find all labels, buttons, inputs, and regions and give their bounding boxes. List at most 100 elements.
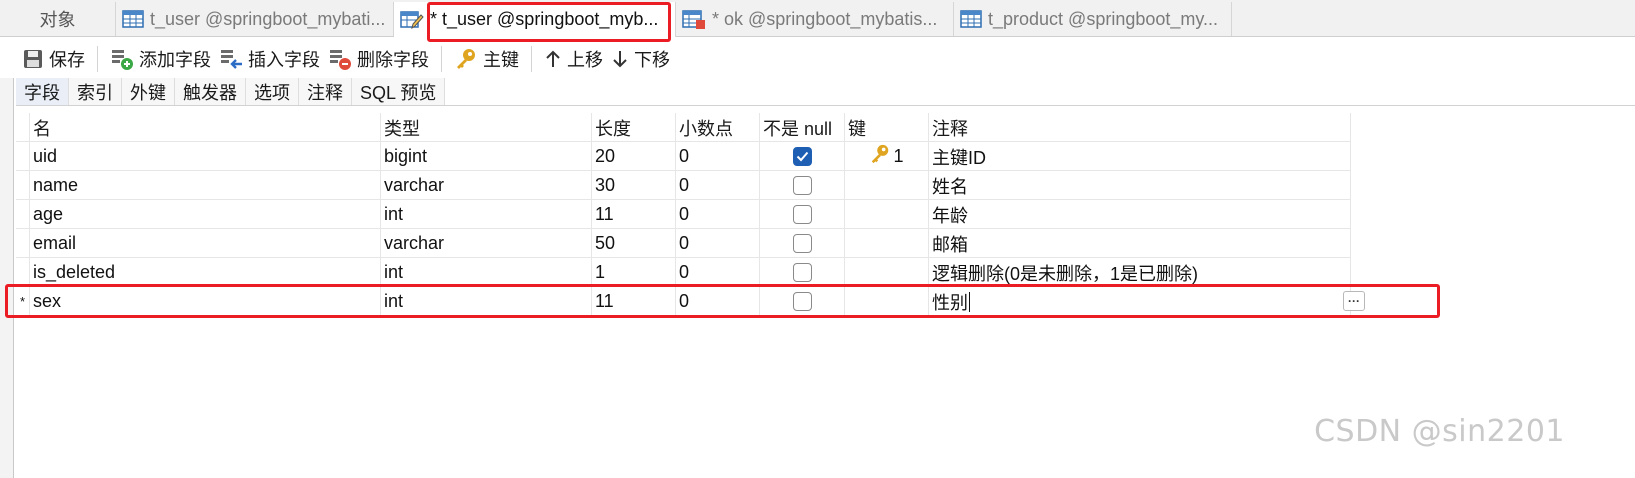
save-button[interactable]: 保存 (18, 44, 89, 74)
field-length-cell[interactable]: 20 (592, 142, 676, 171)
row-marker (16, 258, 30, 287)
arrow-up-icon (544, 49, 562, 69)
primary-key-icon (869, 143, 891, 170)
field-length-cell[interactable]: 50 (592, 229, 676, 258)
field-decimals-cell[interactable]: 0 (676, 171, 760, 200)
subtab-options[interactable]: 选项 (246, 78, 299, 105)
not-null-cell (760, 142, 845, 171)
field-comment-cell[interactable]: 姓名 (929, 171, 1351, 200)
delete-field-button[interactable]: 删除字段 (324, 44, 433, 74)
row-marker (16, 142, 30, 171)
primary-key-button[interactable]: 主键 (450, 44, 523, 74)
comment-ellipsis-button[interactable]: ··· (1343, 291, 1365, 311)
move-down-button[interactable]: 下移 (607, 44, 674, 74)
toolbar-divider (97, 46, 98, 72)
field-name-cell[interactable]: uid (30, 142, 381, 171)
not-null-cell (760, 229, 845, 258)
field-comment-cell[interactable]: 主键ID (929, 142, 1351, 171)
text-caret (969, 291, 970, 312)
column-header-decimals[interactable]: 小数点 (676, 113, 760, 142)
column-header-name[interactable]: 名 (30, 113, 381, 142)
field-comment-cell[interactable]: 邮箱 (929, 229, 1351, 258)
key-cell[interactable] (845, 287, 929, 316)
row-marker (16, 200, 30, 229)
field-comment-cell[interactable]: 年龄 (929, 200, 1351, 229)
field-decimals-cell[interactable]: 0 (676, 258, 760, 287)
field-type-cell[interactable]: varchar (381, 229, 592, 258)
insert-field-button[interactable]: 插入字段 (215, 44, 324, 74)
table-row[interactable]: name varchar 30 0 姓名 (16, 171, 1351, 200)
field-comment-editor[interactable]: 性别 (929, 287, 1351, 316)
subtab-comment[interactable]: 注释 (299, 78, 352, 105)
field-length-cell[interactable]: 11 (592, 287, 676, 316)
not-null-cell (760, 200, 845, 229)
tab-t-user-design[interactable]: * t_user @springboot_myb... (394, 2, 676, 37)
field-type-cell[interactable]: int (381, 200, 592, 229)
tab-t-product[interactable]: t_product @springboot_my... (954, 2, 1232, 36)
field-name-cell[interactable]: email (30, 229, 381, 258)
field-length-cell[interactable]: 11 (592, 200, 676, 229)
field-decimals-cell[interactable]: 0 (676, 229, 760, 258)
field-decimals-cell[interactable]: 0 (676, 142, 760, 171)
field-name-cell[interactable]: age (30, 200, 381, 229)
watermark: CSDN @sin2201 (1314, 414, 1565, 449)
left-gutter (0, 78, 14, 478)
not-null-checkbox[interactable] (792, 176, 812, 195)
comment-input-value[interactable]: 性别 (932, 289, 968, 315)
fields-grid: 名 类型 长度 小数点 不是 null 键 注释 uid bigint 20 0… (16, 113, 1365, 316)
key-cell[interactable] (845, 229, 929, 258)
not-null-checkbox[interactable] (792, 147, 812, 166)
subtab-fields[interactable]: 字段 (16, 78, 69, 105)
field-type-cell[interactable]: bigint (381, 142, 592, 171)
row-marker (16, 229, 30, 258)
key-cell[interactable] (845, 200, 929, 229)
column-header-type[interactable]: 类型 (381, 113, 592, 142)
field-name-cell[interactable]: is_deleted (30, 258, 381, 287)
key-cell[interactable]: 1 (845, 142, 929, 171)
key-cell[interactable] (845, 171, 929, 200)
field-length-cell[interactable]: 1 (592, 258, 676, 287)
column-header-not-null[interactable]: 不是 null (760, 113, 845, 142)
field-length-cell[interactable]: 30 (592, 171, 676, 200)
add-field-icon (110, 47, 134, 71)
field-comment-cell[interactable]: 逻辑删除(0是未删除，1是已删除) (929, 258, 1351, 287)
field-name-cell[interactable]: name (30, 171, 381, 200)
toolbar-divider (531, 46, 532, 72)
not-null-checkbox[interactable] (792, 292, 812, 311)
not-null-cell (760, 258, 845, 287)
field-type-cell[interactable]: varchar (381, 171, 592, 200)
table-row[interactable]: age int 11 0 年龄 (16, 200, 1351, 229)
table-row[interactable]: is_deleted int 1 0 逻辑删除(0是未删除，1是已删除) (16, 258, 1351, 287)
not-null-checkbox[interactable] (792, 205, 812, 224)
subtab-foreign-keys[interactable]: 外键 (122, 78, 175, 105)
save-icon (22, 48, 44, 70)
subtab-triggers[interactable]: 触发器 (175, 78, 246, 105)
table-data-icon (682, 8, 706, 30)
add-field-button[interactable]: 添加字段 (106, 44, 215, 74)
subtab-sql-preview[interactable]: SQL 预览 (352, 78, 446, 105)
field-type-cell[interactable]: int (381, 258, 592, 287)
document-tab-bar: 对象 t_user @springboot_mybati... * t_user… (0, 0, 1635, 37)
move-up-button[interactable]: 上移 (540, 44, 607, 74)
column-header-comment[interactable]: 注释 (929, 113, 1351, 142)
key-order: 1 (893, 146, 904, 166)
design-toolbar: 保存 添加字段 插入字段 删除字段 主键 上移 下移 (0, 40, 1635, 78)
checkmark-icon (796, 151, 808, 162)
column-header-length[interactable]: 长度 (592, 113, 676, 142)
table-icon (960, 9, 982, 29)
tab-objects[interactable]: 对象 (0, 2, 116, 36)
key-cell[interactable] (845, 258, 929, 287)
not-null-checkbox[interactable] (792, 263, 812, 282)
table-row[interactable]: email varchar 50 0 邮箱 (16, 229, 1351, 258)
column-header-key[interactable]: 键 (845, 113, 929, 142)
table-row[interactable]: uid bigint 20 0 1 主键ID (16, 142, 1351, 171)
field-name-cell[interactable]: sex (30, 287, 381, 316)
table-row-editing[interactable]: * sex int 11 0 性别 ··· (16, 287, 1365, 316)
not-null-checkbox[interactable] (792, 234, 812, 253)
field-decimals-cell[interactable]: 0 (676, 200, 760, 229)
tab-ok[interactable]: * ok @springboot_mybatis... (676, 2, 954, 36)
subtab-indexes[interactable]: 索引 (69, 78, 122, 105)
field-type-cell[interactable]: int (381, 287, 592, 316)
field-decimals-cell[interactable]: 0 (676, 287, 760, 316)
tab-t-user[interactable]: t_user @springboot_mybati... (116, 2, 394, 36)
